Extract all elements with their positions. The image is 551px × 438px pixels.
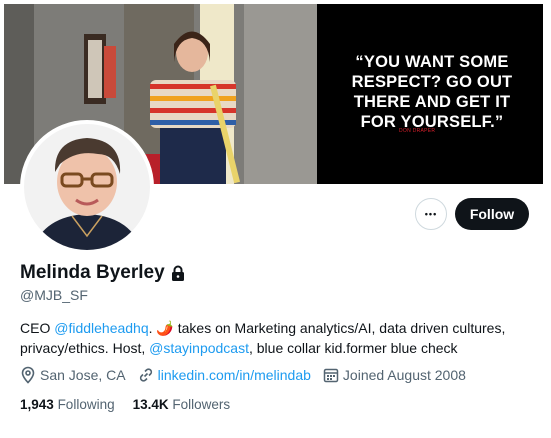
calendar-icon — [323, 367, 339, 383]
followers-count: 13.4K — [132, 397, 169, 412]
location-text: San Jose, CA — [40, 367, 126, 383]
profile-card: “YOU WANT SOME RESPECT? GO OUT THERE AND… — [4, 4, 543, 432]
name-row: Melinda Byerley — [20, 262, 185, 284]
bio-mention-fiddleheadhq[interactable]: @fiddleheadhq — [54, 320, 148, 336]
following-count: 1,943 — [20, 397, 54, 412]
display-name: Melinda Byerley — [20, 262, 165, 283]
banner-quote-line: “YOU WANT SOME — [355, 53, 509, 71]
website-item[interactable]: linkedin.com/in/melindab — [138, 367, 311, 383]
banner-quote: “YOU WANT SOME RESPECT? GO OUT THERE AND… — [334, 52, 530, 132]
profile-bio: CEO @fiddleheadhq. 🌶️ takes on Marketing… — [20, 318, 525, 358]
following-stat[interactable]: 1,943 Following — [20, 397, 115, 412]
lock-icon — [171, 265, 185, 281]
banner-quote-line: THERE AND GET IT — [353, 93, 511, 111]
location-item: San Jose, CA — [20, 366, 126, 384]
bio-mention-stayinpodcast[interactable]: @stayinpodcast — [149, 340, 249, 356]
banner-quote-line: RESPECT? GO OUT — [351, 73, 513, 91]
bio-text: , blue collar kid.former blue check — [248, 340, 458, 356]
follow-button-label: Follow — [469, 206, 515, 222]
bio-text: CEO — [20, 320, 55, 336]
avatar[interactable] — [20, 120, 154, 254]
banner-quote-author: DON DRAPER — [399, 128, 436, 134]
location-pin-icon — [20, 366, 36, 384]
follow-stats: 1,943 Following 13.4K Followers — [20, 397, 248, 412]
joined-item: Joined August 2008 — [323, 367, 466, 383]
followers-label: Followers — [172, 397, 231, 412]
more-options-button[interactable]: ••• — [415, 198, 447, 230]
follow-button[interactable]: Follow — [455, 198, 529, 230]
joined-text: Joined August 2008 — [342, 367, 466, 383]
link-icon — [138, 367, 154, 383]
website-link[interactable]: linkedin.com/in/melindab — [158, 367, 311, 383]
more-options-icon: ••• — [424, 209, 438, 219]
profile-meta: San Jose, CA linkedin.com/in/melindab Jo… — [20, 366, 478, 384]
following-label: Following — [57, 397, 115, 412]
profile-handle: @MJB_SF — [20, 287, 88, 303]
followers-stat[interactable]: 13.4K Followers — [133, 397, 231, 412]
avatar-photo — [24, 124, 150, 250]
